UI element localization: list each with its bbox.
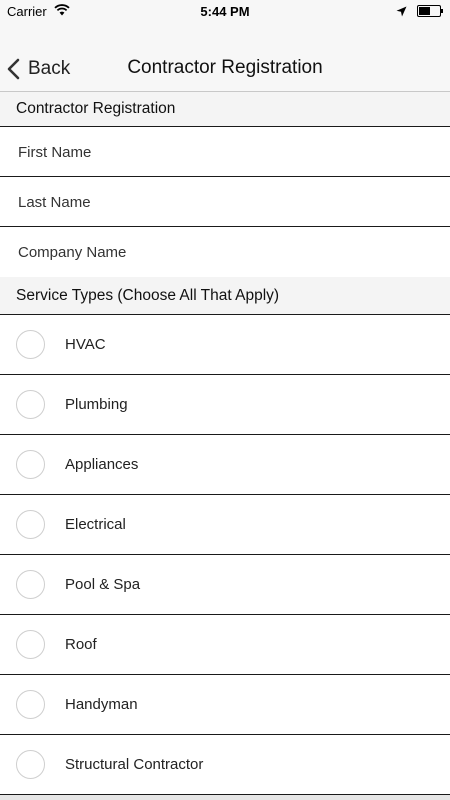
first-name-input[interactable]: [18, 143, 418, 161]
radio-button[interactable]: [16, 450, 45, 479]
service-option-plumbing[interactable]: Plumbing: [0, 375, 450, 434]
company-name-input[interactable]: [18, 243, 418, 261]
radio-button[interactable]: [16, 570, 45, 599]
service-option-appliances[interactable]: Appliances: [0, 435, 450, 494]
radio-button[interactable]: [16, 330, 45, 359]
service-option-pool-spa[interactable]: Pool & Spa: [0, 555, 450, 614]
page-title: Contractor Registration: [127, 57, 323, 78]
section-header-registration: Contractor Registration: [0, 92, 450, 126]
radio-button[interactable]: [16, 750, 45, 779]
service-option-structural-contractor[interactable]: Structural Contractor: [0, 735, 450, 794]
company-name-field[interactable]: [0, 227, 450, 277]
service-option-label: Electrical: [65, 516, 126, 533]
service-option-label: Structural Contractor: [65, 756, 204, 773]
radio-button[interactable]: [16, 510, 45, 539]
last-name-field[interactable]: [0, 177, 450, 227]
radio-button[interactable]: [16, 630, 45, 659]
bottom-section-background: [0, 795, 450, 800]
first-name-field[interactable]: [0, 127, 450, 177]
navigation-bar: Back Contractor Registration: [0, 24, 450, 92]
service-option-label: Appliances: [65, 456, 139, 473]
service-option-label: Pool & Spa: [65, 576, 141, 593]
section-header-service-types: Service Types (Choose All That Apply): [0, 277, 450, 314]
status-bar: Carrier 5:44 PM: [0, 0, 450, 24]
service-option-label: Plumbing: [65, 396, 128, 413]
service-option-label: Roof: [65, 636, 97, 653]
service-option-hvac[interactable]: HVAC: [0, 315, 450, 374]
service-option-electrical[interactable]: Electrical: [0, 495, 450, 554]
last-name-input[interactable]: [18, 193, 418, 211]
service-option-label: Handyman: [65, 696, 138, 713]
service-option-handyman[interactable]: Handyman: [0, 675, 450, 734]
service-option-label: HVAC: [65, 336, 106, 353]
radio-button[interactable]: [16, 390, 45, 419]
radio-button[interactable]: [16, 690, 45, 719]
status-time: 5:44 PM: [200, 4, 250, 19]
battery-icon: [417, 5, 443, 17]
service-option-roof[interactable]: Roof: [0, 615, 450, 674]
location-arrow-icon: [396, 5, 407, 20]
